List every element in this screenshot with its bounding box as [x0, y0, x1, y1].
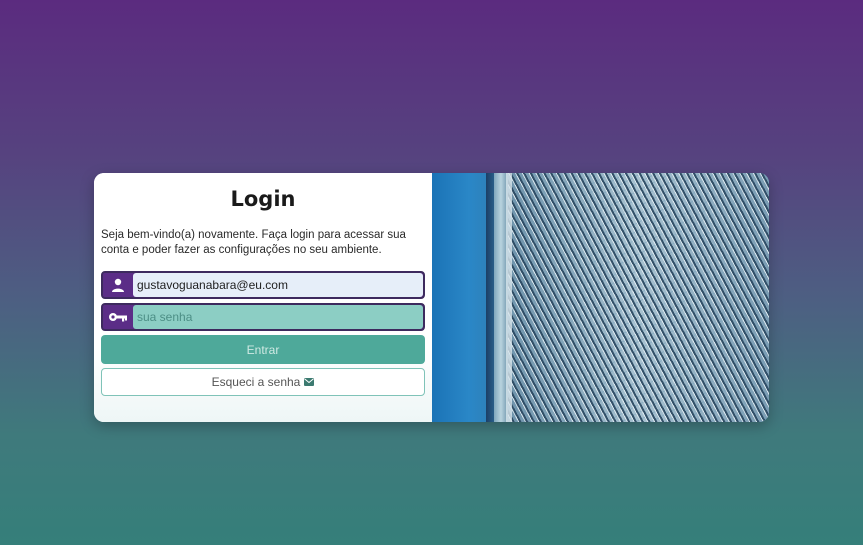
login-card: Login Seja bem-vindo(a) novamente. Faça …	[94, 173, 769, 422]
mail-icon	[304, 375, 315, 389]
forgot-password-button[interactable]: Esqueci a senha	[101, 368, 425, 396]
email-field-group	[101, 271, 425, 299]
building-facade-image	[432, 173, 769, 422]
submit-button[interactable]: Entrar	[101, 335, 425, 364]
user-icon	[103, 273, 133, 297]
intro-text: Seja bem-vindo(a) novamente. Faça login …	[101, 229, 406, 256]
password-field-group	[101, 303, 425, 331]
email-input[interactable]	[133, 273, 423, 297]
password-input[interactable]	[133, 305, 423, 329]
login-form-panel: Login Seja bem-vindo(a) novamente. Faça …	[94, 173, 432, 422]
page-title: Login	[230, 187, 296, 211]
key-icon	[103, 305, 133, 329]
forgot-password-label: Esqueci a senha	[211, 375, 301, 389]
